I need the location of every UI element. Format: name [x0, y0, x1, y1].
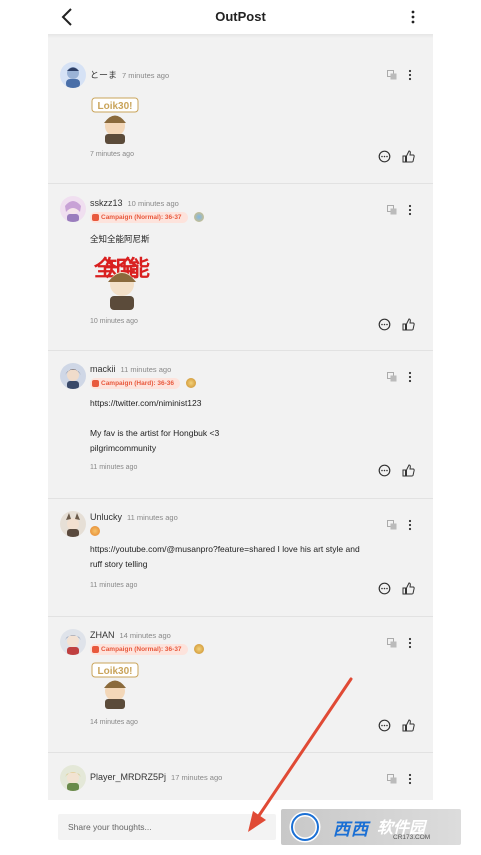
sticker-image: Loik30!	[90, 661, 140, 711]
comment-timestamp: 11 minutes ago	[90, 582, 138, 589]
comment-timestamp: 10 minutes ago	[90, 318, 138, 325]
like-icon[interactable]	[402, 464, 415, 477]
comment-time: 14 minutes ago	[119, 631, 171, 640]
translate-icon[interactable]	[387, 205, 397, 215]
comment-item: とーま 7 minutes ago Loik30! 7 minutes ago	[48, 54, 433, 184]
comment-time: 17 minutes ago	[171, 773, 223, 782]
campaign-badge: Campaign (Hard): 36-36	[90, 377, 180, 389]
comment-link[interactable]: https://youtube.com/@musanpro?feature=sh…	[90, 542, 425, 557]
comment-item: mackii 11 minutes ago Campaign (Hard): 36…	[48, 351, 433, 499]
avatar[interactable]	[60, 196, 86, 222]
sticker-image: 全知全能	[90, 250, 154, 312]
comments-panel: とーま 7 minutes ago Loik30! 7 minutes ago s…	[48, 34, 433, 800]
translate-icon[interactable]	[387, 372, 397, 382]
campaign-icon	[92, 379, 99, 387]
translate-icon[interactable]	[387, 520, 397, 530]
comment-username[interactable]: Player_MRDRZ5Pj 17 minutes ago	[90, 772, 222, 782]
comment-text: https://youtube.com/@musanpro?feature=sh…	[90, 542, 425, 572]
avatar[interactable]	[60, 363, 86, 389]
comment-time: 11 minutes ago	[120, 365, 172, 374]
like-icon[interactable]	[402, 318, 415, 331]
comment-more-icon[interactable]	[407, 773, 413, 785]
comment-text: 全知全能阿尼斯	[90, 234, 150, 244]
watermark-emblem-icon	[289, 811, 321, 843]
comment-username[interactable]: とーま 7 minutes ago	[90, 68, 169, 81]
avatar[interactable]	[60, 62, 86, 88]
avatar[interactable]	[60, 511, 86, 537]
reply-icon[interactable]	[378, 582, 391, 595]
comment-item: sskzz13 10 minutes ago Campaign (Normal):…	[48, 184, 433, 351]
reply-icon[interactable]	[378, 150, 391, 163]
avatar[interactable]	[60, 765, 86, 791]
like-icon[interactable]	[402, 719, 415, 732]
avatar[interactable]	[60, 629, 86, 655]
sticker-image: Loik30!	[90, 96, 140, 146]
like-icon[interactable]	[402, 150, 415, 163]
comment-more-icon[interactable]	[407, 519, 413, 531]
comment-username[interactable]: Unlucky 11 minutes ago	[90, 512, 178, 522]
watermark-logo: 西西 软件园 CR173.COM	[281, 809, 461, 845]
comment-more-icon[interactable]	[407, 69, 413, 81]
top-bar: OutPost	[0, 0, 481, 34]
translate-icon[interactable]	[387, 70, 397, 80]
reply-icon[interactable]	[378, 719, 391, 732]
campaign-badge: Campaign (Normal): 36-37	[90, 643, 188, 655]
comment-text: https://twitter.com/niminist123 My fav i…	[90, 396, 425, 456]
comment-username[interactable]: sskzz13 10 minutes ago	[90, 198, 179, 208]
svg-text:Loik30!: Loik30!	[97, 101, 132, 112]
comment-time: 7 minutes ago	[122, 71, 170, 80]
reply-icon[interactable]	[378, 464, 391, 477]
campaign-icon	[92, 213, 99, 221]
comment-more-icon[interactable]	[407, 204, 413, 216]
comment-timestamp: 11 minutes ago	[90, 464, 138, 471]
comment-item: Unlucky 11 minutes ago https://youtube.co…	[48, 499, 433, 617]
translate-icon[interactable]	[387, 774, 397, 784]
comment-username[interactable]: ZHAN 14 minutes ago	[90, 630, 171, 640]
comment-time: 11 minutes ago	[127, 513, 178, 522]
translate-icon[interactable]	[387, 638, 397, 648]
campaign-icon	[92, 645, 99, 653]
comment-item: Player_MRDRZ5Pj 17 minutes ago	[48, 753, 433, 800]
comment-more-icon[interactable]	[407, 371, 413, 383]
emblem-icon	[90, 526, 100, 536]
comment-link[interactable]: https://twitter.com/niminist123	[90, 396, 425, 411]
more-vertical-icon[interactable]	[407, 9, 419, 25]
comment-more-icon[interactable]	[407, 637, 413, 649]
reply-icon[interactable]	[378, 318, 391, 331]
comment-item: ZHAN 14 minutes ago Campaign (Normal): 36…	[48, 617, 433, 753]
comment-timestamp: 14 minutes ago	[90, 719, 138, 726]
comment-timestamp: 7 minutes ago	[90, 151, 134, 158]
campaign-badge: Campaign (Normal): 36-37	[90, 211, 188, 223]
share-thoughts-input[interactable]	[58, 814, 276, 840]
emblem-icon	[193, 212, 204, 222]
emblem-icon	[185, 378, 196, 388]
comment-time: 10 minutes ago	[127, 199, 179, 208]
emblem-icon	[193, 644, 204, 654]
comment-username[interactable]: mackii 11 minutes ago	[90, 364, 171, 374]
svg-text:Loik30!: Loik30!	[97, 666, 132, 677]
like-icon[interactable]	[402, 582, 415, 595]
